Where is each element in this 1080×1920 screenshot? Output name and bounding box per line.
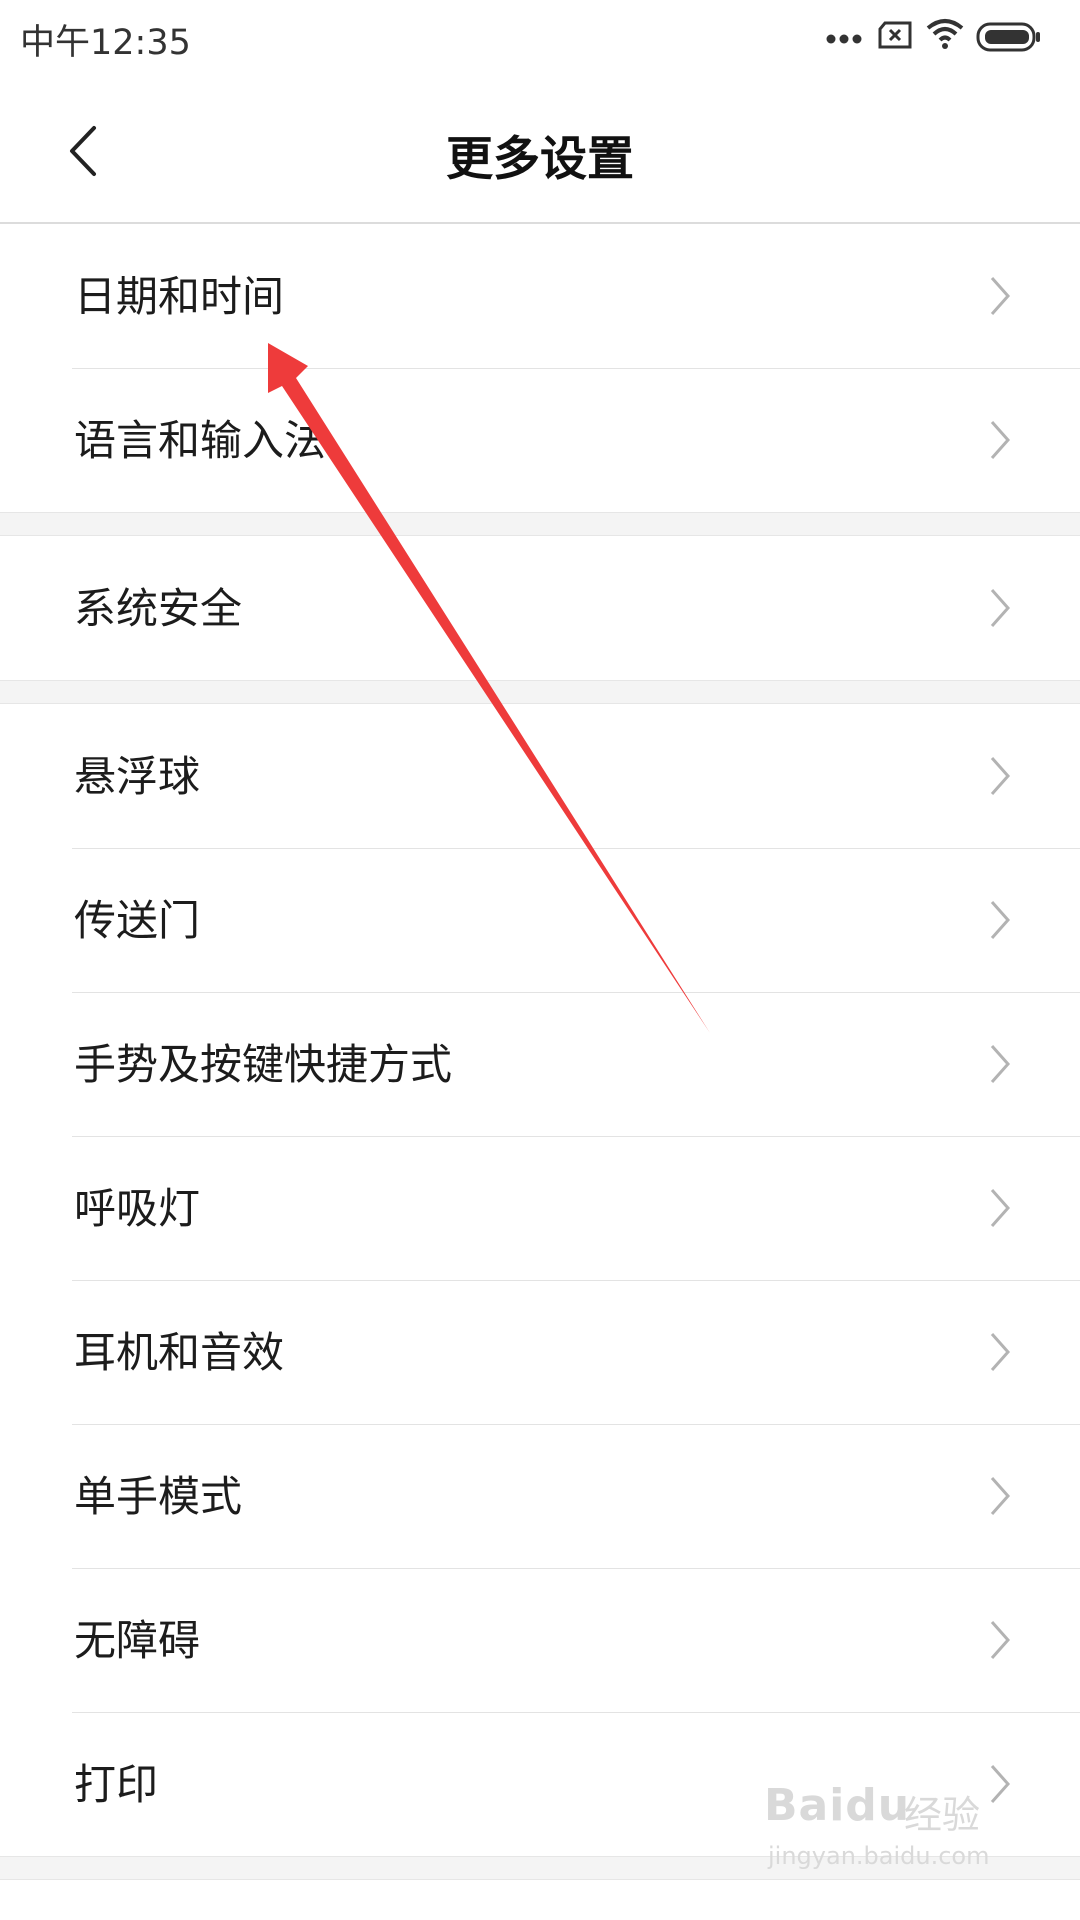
settings-list: 日期和时间 语言和输入法 系统安全 悬浮球 传送门 手势及按键快捷方式 呼吸灯 [0, 224, 1080, 1880]
menu-item-label: 手势及按键快捷方式 [74, 1040, 453, 1089]
menu-item-date-time[interactable]: 日期和时间 [0, 224, 1080, 368]
watermark: Baidu 经验 jingyan.baidu.com [764, 1780, 1024, 1880]
page-title: 更多设置 [446, 132, 634, 187]
chevron-right-icon [990, 1333, 1011, 1371]
menu-item-gesture-shortcuts[interactable]: 手势及按键快捷方式 [0, 992, 1080, 1136]
menu-item-one-handed-mode[interactable]: 单手模式 [0, 1424, 1080, 1568]
menu-item-breathing-light[interactable]: 呼吸灯 [0, 1136, 1080, 1280]
menu-item-label: 传送门 [74, 896, 201, 945]
menu-item-label: 语言和输入法 [74, 416, 327, 465]
chevron-right-icon [990, 1045, 1011, 1083]
status-bar: 中午12:35 [0, 0, 1080, 76]
menu-item-label: 日期和时间 [74, 272, 285, 321]
menu-item-label: 打印 [74, 1760, 159, 1809]
menu-item-portal[interactable]: 传送门 [0, 848, 1080, 992]
menu-item-label: 呼吸灯 [74, 1184, 201, 1233]
menu-item-accessibility[interactable]: 无障碍 [0, 1568, 1080, 1712]
chevron-right-icon [990, 589, 1011, 627]
battery-icon [976, 22, 1040, 52]
watermark-url: jingyan.baidu.com [768, 1842, 990, 1870]
menu-item-label: 单手模式 [74, 1472, 243, 1521]
wifi-icon [926, 19, 964, 49]
watermark-logo: Baidu [764, 1780, 911, 1831]
title-bar: 更多设置 [0, 76, 1080, 224]
chevron-right-icon [990, 1621, 1011, 1659]
chevron-right-icon [990, 1189, 1011, 1227]
chevron-right-icon [990, 1477, 1011, 1515]
more-dots-icon [826, 34, 862, 44]
chevron-right-icon [990, 277, 1011, 315]
settings-group-2: 系统安全 [0, 536, 1080, 680]
watermark-text: 经验 [904, 1793, 981, 1837]
sim-error-icon [878, 21, 912, 49]
menu-item-label: 耳机和音效 [74, 1328, 285, 1377]
menu-item-label: 悬浮球 [74, 752, 201, 801]
status-icons [826, 18, 1066, 58]
settings-group-1: 日期和时间 语言和输入法 [0, 224, 1080, 512]
section-divider [0, 680, 1080, 704]
menu-item-label: 无障碍 [74, 1616, 201, 1665]
section-divider [0, 512, 1080, 536]
chevron-right-icon [990, 901, 1011, 939]
chevron-right-icon [990, 421, 1011, 459]
menu-item-floating-ball[interactable]: 悬浮球 [0, 704, 1080, 848]
menu-item-label: 系统安全 [74, 584, 243, 633]
menu-item-headphones-audio[interactable]: 耳机和音效 [0, 1280, 1080, 1424]
menu-item-system-security[interactable]: 系统安全 [0, 536, 1080, 680]
status-time: 中午12:35 [20, 23, 191, 63]
chevron-right-icon [990, 757, 1011, 795]
menu-item-language-input[interactable]: 语言和输入法 [0, 368, 1080, 512]
settings-group-3: 悬浮球 传送门 手势及按键快捷方式 呼吸灯 耳机和音效 单手模式 无障碍 打印 [0, 704, 1080, 1856]
